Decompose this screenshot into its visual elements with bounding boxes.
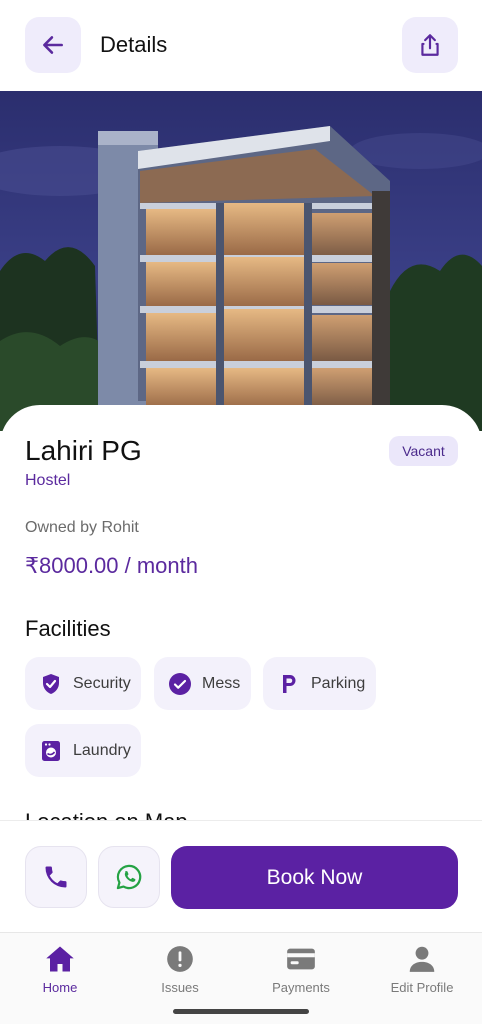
share-icon bbox=[421, 34, 439, 56]
nav-label: Issues bbox=[161, 980, 199, 995]
facility-chip-parking: Parking bbox=[263, 657, 376, 710]
check-circle-icon bbox=[169, 672, 191, 695]
bottom-navigation: Home Issues Payments Edit Profile bbox=[0, 932, 482, 1024]
facility-chip-laundry: Laundry bbox=[25, 724, 141, 777]
facility-label: Mess bbox=[202, 674, 241, 692]
shield-check-icon bbox=[43, 673, 59, 694]
home-indicator bbox=[173, 1009, 309, 1014]
nav-item-payments[interactable]: Payments bbox=[241, 933, 361, 1003]
facility-chip-mess: Mess bbox=[154, 657, 251, 710]
status-badge: Vacant bbox=[389, 436, 458, 466]
facility-label: Laundry bbox=[73, 741, 131, 759]
facility-chip-security: Security bbox=[25, 657, 141, 710]
divider bbox=[0, 820, 482, 821]
details-sheet: Lahiri PG Vacant Hostel Owned by Rohit ₹… bbox=[0, 405, 482, 821]
property-name: Lahiri PG bbox=[25, 435, 142, 466]
facility-label: Parking bbox=[311, 674, 366, 692]
home-icon bbox=[46, 946, 74, 972]
whatsapp-button[interactable] bbox=[98, 846, 160, 908]
price-text: ₹8000.00 / month bbox=[25, 553, 199, 578]
washing-machine-icon bbox=[42, 740, 60, 761]
phone-icon bbox=[45, 866, 67, 888]
facilities-heading: Facilities bbox=[25, 616, 111, 641]
nav-item-edit-profile[interactable]: Edit Profile bbox=[362, 933, 482, 1003]
parking-icon bbox=[283, 674, 296, 693]
facility-label: Security bbox=[73, 674, 131, 692]
alert-circle-icon bbox=[167, 946, 193, 972]
share-button[interactable] bbox=[402, 17, 458, 73]
nav-label: Edit Profile bbox=[390, 980, 454, 995]
person-icon bbox=[409, 946, 435, 972]
nav-item-home[interactable]: Home bbox=[0, 933, 120, 1003]
book-now-button[interactable]: Book Now bbox=[171, 846, 458, 909]
nav-label: Home bbox=[42, 980, 78, 995]
top-bar: Details bbox=[0, 0, 482, 91]
arrow-left-icon bbox=[43, 36, 63, 54]
property-type: Hostel bbox=[25, 472, 71, 489]
owner-text: Owned by Rohit bbox=[25, 519, 139, 536]
call-button[interactable] bbox=[25, 846, 87, 908]
property-photo bbox=[0, 91, 482, 431]
back-button[interactable] bbox=[25, 17, 81, 73]
nav-item-issues[interactable]: Issues bbox=[120, 933, 240, 1003]
whatsapp-icon bbox=[116, 864, 142, 890]
nav-label: Payments bbox=[272, 980, 330, 995]
page-title: Details bbox=[100, 32, 168, 57]
card-icon bbox=[287, 948, 315, 970]
